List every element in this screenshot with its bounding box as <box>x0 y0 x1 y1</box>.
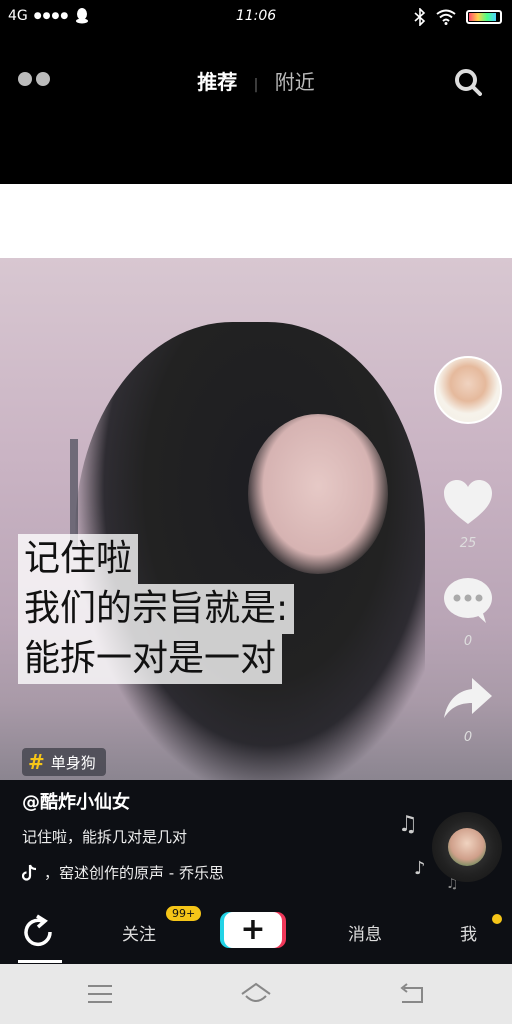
nav-me[interactable]: 我 <box>460 920 477 945</box>
floating-music-note-icon: ♫ <box>398 812 418 837</box>
status-right <box>414 8 502 26</box>
create-button[interactable]: + <box>224 912 282 948</box>
creator-avatar[interactable] <box>434 356 502 424</box>
system-nav-bar <box>0 964 512 1024</box>
caption-line-1: 记住啦 <box>18 534 139 584</box>
comment-button[interactable]: 0 <box>442 576 494 649</box>
heart-icon <box>444 480 492 524</box>
battery-level <box>469 13 496 21</box>
comment-count: 0 <box>463 634 473 649</box>
username[interactable]: @酷炸小仙女 <box>22 788 130 814</box>
back-icon[interactable] <box>394 980 430 1008</box>
video-player[interactable]: 记住啦 我们的宗旨就是: 能拆一对是一对 <box>0 184 512 780</box>
bluetooth-icon <box>414 8 426 26</box>
hashtag-icon: # <box>28 750 45 774</box>
caption-line-2: 我们的宗旨就是: <box>18 584 295 634</box>
music-info[interactable]: ，窑述创作的原声 - 乔乐思 <box>22 862 224 883</box>
comment-icon <box>444 578 492 623</box>
tab-nearby[interactable]: 附近 <box>275 70 315 94</box>
search-icon[interactable] <box>454 68 482 96</box>
nav-messages[interactable]: 消息 <box>348 920 382 945</box>
refresh-icon[interactable] <box>20 914 56 950</box>
nav-follow[interactable]: 关注 <box>122 920 156 945</box>
music-disc-cover <box>448 828 486 866</box>
like-button[interactable]: 25 <box>442 478 494 551</box>
caption-line-3: 能拆一对是一对 <box>18 634 283 684</box>
video-caption: 记住啦 我们的宗旨就是: 能拆一对是一对 <box>18 534 295 684</box>
plus-icon: + <box>240 912 266 947</box>
menu-icon[interactable] <box>82 980 118 1008</box>
feed-tabs: 推荐 | 附近 <box>0 66 512 95</box>
status-bar: 4G ●●●● 11:06 <box>0 0 512 36</box>
music-title: ，窑述创作的原声 - 乔乐思 <box>44 864 224 882</box>
like-count: 25 <box>459 536 477 551</box>
home-indicator <box>18 960 62 963</box>
hashtag-label: 单身狗 <box>50 753 96 772</box>
home-icon[interactable] <box>238 980 274 1008</box>
tiktok-note-icon <box>22 864 37 881</box>
notification-dot <box>492 914 502 924</box>
share-count: 0 <box>463 730 473 745</box>
music-disc[interactable] <box>432 812 502 882</box>
post-description: 记住啦，能拆几对是几对 <box>22 828 188 846</box>
floating-music-note-icon: ♪ <box>414 858 426 879</box>
share-button[interactable]: 0 <box>442 676 494 745</box>
wifi-icon <box>436 9 456 25</box>
hashtag-chip[interactable]: # 单身狗 <box>22 748 106 776</box>
follow-badge: 99+ <box>166 906 202 921</box>
top-header: 推荐 | 附近 <box>0 36 512 184</box>
battery-icon <box>466 10 502 24</box>
tab-recommended[interactable]: 推荐 <box>197 70 237 94</box>
tab-separator: | <box>253 77 259 93</box>
bottom-nav: 关注 99+ + 消息 我 <box>0 898 512 964</box>
share-icon <box>444 678 492 718</box>
